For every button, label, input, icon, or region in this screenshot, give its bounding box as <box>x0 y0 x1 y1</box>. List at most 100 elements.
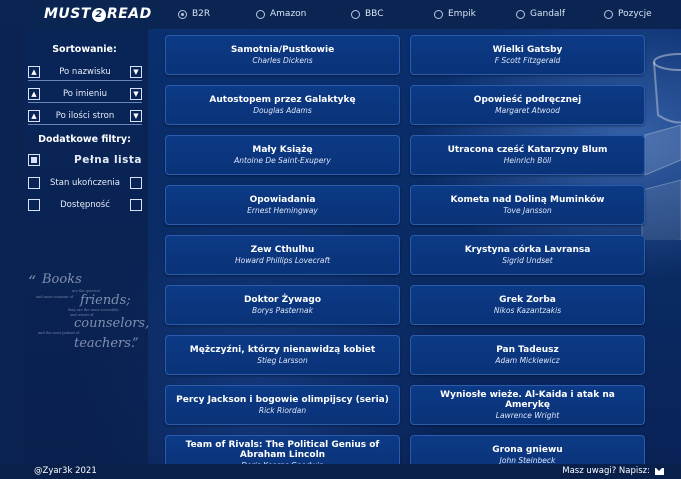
book-card[interactable]: Percy Jackson i bogowie olimpijscy (seri… <box>165 385 400 425</box>
book-card[interactable]: Mały Książę Antoine De Saint-Exupery <box>165 135 400 175</box>
book-card[interactable]: Opowiadania Ernest Hemingway <box>165 185 400 225</box>
book-title: Opowieść podręcznej <box>473 95 582 105</box>
sidebar: Sortowanie: ▲ Po nazwisku ▼ ▲ Po imieniu… <box>0 29 149 464</box>
quote-close: ” <box>132 336 139 351</box>
checkbox[interactable] <box>28 199 40 211</box>
radio-icon[interactable] <box>516 9 525 19</box>
sort-label: Po imieniu <box>62 89 108 99</box>
book-title: Kometa nad Doliną Muminków <box>450 195 605 205</box>
logo[interactable]: MUST 2 READ <box>44 6 152 22</box>
book-card[interactable]: Pan Tadeusz Adam Mickiewicz <box>410 335 645 375</box>
contact-link[interactable]: Masz uwagi? Napisz: <box>562 466 664 476</box>
book-card[interactable]: Zew Cthulhu Howard Phillips Lovecraft <box>165 235 400 275</box>
checkbox[interactable] <box>129 199 142 211</box>
book-author: Ernest Hemingway <box>247 206 318 215</box>
quote-text: and the most patient of <box>38 331 80 335</box>
book-title: Grona gniewu <box>492 445 563 455</box>
logo-text-left: MUST <box>44 6 91 22</box>
quote-open: “ <box>28 272 37 291</box>
sort-row-firstname: ▲ Po imieniu ▼ <box>28 86 142 103</box>
radio-icon[interactable] <box>604 9 613 19</box>
radio-icon[interactable] <box>434 9 443 19</box>
book-card[interactable]: Autostopem przez Galaktykę Douglas Adams <box>165 85 400 125</box>
sort-row-pages: ▲ Po ilości stron ▼ <box>28 108 142 125</box>
checkbox-checked[interactable] <box>28 154 40 166</box>
book-title: Wielki Gatsby <box>492 45 563 55</box>
sort-ascending-button[interactable]: ▲ <box>28 88 40 100</box>
list-option-b2r[interactable]: B2R <box>178 9 210 19</box>
book-title: Mały Książę <box>252 145 313 155</box>
filter-label: Pełna lista <box>74 154 142 166</box>
sort-ascending-button[interactable]: ▲ <box>28 110 40 122</box>
book-title: Pan Tadeusz <box>496 345 559 355</box>
sort-descending-button[interactable]: ▼ <box>130 88 142 100</box>
books-quote: “ Books are the quietest and most consta… <box>28 272 149 358</box>
copyright: @Zyar3k 2021 <box>34 466 97 476</box>
list-option-label: Amazon <box>270 9 307 19</box>
book-card[interactable]: Kometa nad Doliną Muminków Tove Jansson <box>410 185 645 225</box>
radio-icon[interactable] <box>351 9 360 19</box>
book-title: Grek Zorba <box>499 295 556 305</box>
list-option-label: Pozycje <box>618 9 652 19</box>
filter-label: Dostępność <box>60 200 110 210</box>
checkbox[interactable] <box>129 177 142 189</box>
book-author: Charles Dickens <box>252 56 313 65</box>
contact-text: Masz uwagi? Napisz: <box>562 466 650 476</box>
radio-selected-icon[interactable] <box>178 9 187 19</box>
book-title: Mężczyźni, którzy nienawidzą kobiet <box>189 345 376 355</box>
book-card[interactable]: Mężczyźni, którzy nienawidzą kobiet Stieg… <box>165 335 400 375</box>
mail-icon[interactable] <box>655 467 664 475</box>
sort-descending-button[interactable]: ▼ <box>129 66 142 78</box>
filter-completion[interactable]: Stan ukończenia <box>28 175 142 191</box>
sort-descending-button[interactable]: ▼ <box>129 110 142 122</box>
sort-ascending-button[interactable]: ▲ <box>28 66 40 78</box>
sidebar-strip <box>0 29 24 464</box>
list-option-empik[interactable]: Empik <box>434 9 476 19</box>
sort-row-surname: ▲ Po nazwisku ▼ <box>28 64 142 81</box>
book-card[interactable]: Samotnia/Pustkowie Charles Dickens <box>165 35 400 75</box>
logo-two-badge: 2 <box>91 8 106 22</box>
filter-full-list[interactable]: Pełna lista <box>28 152 142 168</box>
book-author: Stieg Larsson <box>257 356 308 365</box>
list-option-gandalf[interactable]: Gandalf <box>516 9 565 19</box>
sort-heading: Sortowanie: <box>52 44 117 55</box>
footer: @Zyar3k 2021 Masz uwagi? Napisz: <box>0 464 681 479</box>
logo-text-right: READ <box>106 6 152 22</box>
list-option-label: Empik <box>448 9 476 19</box>
list-option-amazon[interactable]: Amazon <box>256 9 306 19</box>
book-card[interactable]: Grek Zorba Nikos Kazantzakis <box>410 285 645 325</box>
book-card[interactable]: Utracona cześć Katarzyny Blum Heinrich Bö… <box>410 135 645 175</box>
quote-text: and most constant of <box>36 295 74 299</box>
book-author: Tove Jansson <box>503 206 552 215</box>
book-card[interactable]: Wyniosłe wieże. Al-Kaida i atak na Amery… <box>410 385 645 425</box>
book-author: Antoine De Saint-Exupery <box>234 156 331 165</box>
book-title: Team of Rivals: The Political Genius of … <box>185 440 380 460</box>
book-title: Utracona cześć Katarzyny Blum <box>447 145 608 155</box>
book-title: Samotnia/Pustkowie <box>230 45 335 55</box>
coffee-cup-decoration <box>641 53 681 240</box>
filter-availability[interactable]: Dostępność <box>28 197 142 213</box>
list-option-label: BBC <box>365 9 384 19</box>
quote-word: friends; <box>80 293 131 308</box>
checkbox[interactable] <box>28 177 40 189</box>
book-author: Margaret Atwood <box>495 106 560 115</box>
sort-label: Po nazwisku <box>59 67 111 77</box>
book-card[interactable]: Opowieść podręcznej Margaret Atwood <box>410 85 645 125</box>
list-option-bbc[interactable]: BBC <box>351 9 383 19</box>
book-author: Borys Pasternak <box>252 306 313 315</box>
book-author: Rick Riordan <box>258 406 307 415</box>
book-title: Opowiadania <box>249 195 316 205</box>
quote-text: they are the most accessible <box>68 308 119 312</box>
book-title: Percy Jackson i bogowie olimpijscy (seri… <box>176 395 389 405</box>
book-card[interactable]: Krystyna córka Lavransa Sigrid Undset <box>410 235 645 275</box>
book-author: Adam Mickiewicz <box>495 356 560 365</box>
list-option-label: Gandalf <box>530 9 566 19</box>
list-option-pozycje[interactable]: Pozycje <box>604 9 652 19</box>
top-bar: MUST 2 READ B2R Amazon BBC Empik Gandalf P… <box>0 0 681 29</box>
book-card[interactable]: Doktor Żywago Borys Pasternak <box>165 285 400 325</box>
book-card[interactable]: Wielki Gatsby F Scott Fitzgerald <box>410 35 645 75</box>
filters-heading: Dodatkowe filtry: <box>38 134 131 145</box>
book-title: Wyniosłe wieże. Al-Kaida i atak na Amery… <box>440 390 615 410</box>
radio-icon[interactable] <box>256 9 265 19</box>
book-author: Sigrid Undset <box>502 256 553 265</box>
